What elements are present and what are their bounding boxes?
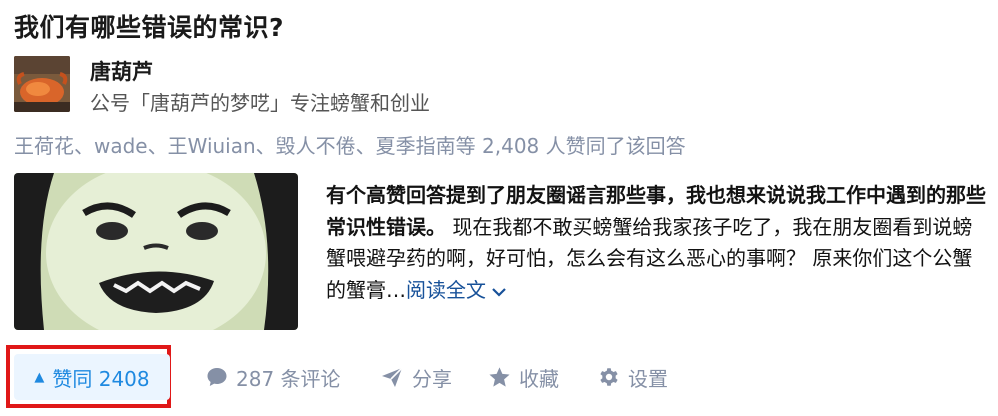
read-more-label: 阅读全文	[406, 277, 486, 302]
author-avatar[interactable]	[14, 56, 70, 112]
read-more-link[interactable]: 阅读全文	[406, 278, 506, 302]
author-name[interactable]: 唐葫芦	[90, 56, 153, 86]
star-icon	[489, 367, 510, 387]
favorite-label: 收藏	[519, 366, 559, 391]
settings-button[interactable]: 设置	[598, 354, 668, 400]
gear-icon	[600, 368, 618, 386]
share-button[interactable]: 分享	[380, 354, 452, 400]
answer-thumbnail[interactable]	[14, 173, 298, 330]
question-title[interactable]: 我们有哪些错误的常识?	[14, 8, 284, 44]
settings-label: 设置	[628, 366, 668, 391]
share-label: 分享	[412, 366, 452, 391]
upvote-triangle-icon: ▲	[34, 369, 45, 385]
panda-meme-image-icon	[14, 173, 298, 330]
chevron-down-icon	[492, 275, 506, 307]
crab-photo-avatar-icon	[14, 56, 70, 112]
author-bio: 公号「唐葫芦的梦呓」专注螃蟹和创业	[90, 91, 430, 115]
paper-plane-share-icon	[382, 367, 403, 387]
comments-label: 287 条评论	[236, 366, 341, 391]
answer-excerpt[interactable]: 有个高赞回答提到了朋友圈谣言那些事，我也想来说说我工作中遇到的那些常识性错误。 …	[326, 180, 990, 306]
upvote-button[interactable]: ▲ 赞同 2408	[14, 354, 170, 400]
voters-summary[interactable]: 王荷花、wade、王Wiuian、毁人不倦、夏季指南等 2,408 人赞同了该回…	[14, 130, 686, 159]
comments-button[interactable]: 287 条评论	[206, 354, 341, 400]
action-bar: ▲ 赞同 2408 287 条评论 分享 收藏 设置	[0, 342, 998, 414]
upvote-label: 赞同 2408	[52, 366, 150, 391]
favorite-button[interactable]: 收藏	[488, 354, 559, 400]
comment-icon	[207, 368, 227, 386]
